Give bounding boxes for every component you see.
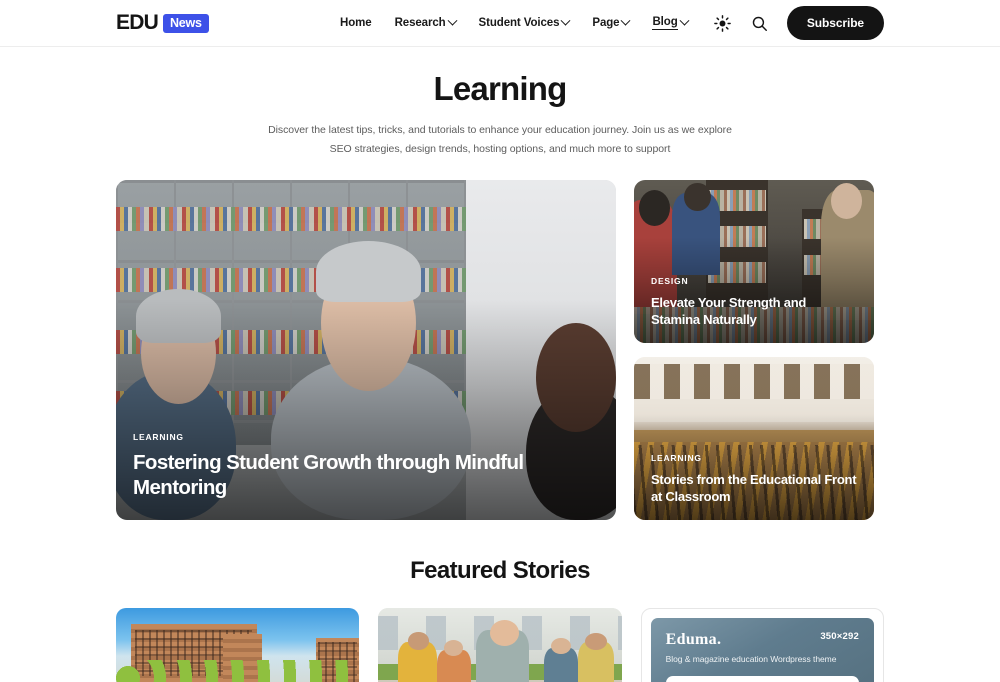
story-card-city[interactable] (116, 608, 360, 682)
section-title-featured-stories: Featured Stories (410, 557, 590, 584)
header-actions: Subscribe (713, 6, 884, 40)
browser-mockup: Eduma (665, 676, 859, 682)
main-navigation: Home Research Student Voices Page Blog (340, 15, 690, 30)
eduma-tagline: Blog & magazine education Wordpress them… (665, 654, 837, 664)
nav-label: Page (592, 17, 620, 29)
featured-grid: LEARNING Fostering Student Growth throug… (116, 180, 884, 520)
card-title: Elevate Your Strength and Stamina Natura… (651, 295, 807, 327)
card-category: LEARNING (133, 432, 184, 442)
featured-card-caption: LEARNING Fostering Student Growth throug… (116, 432, 616, 520)
logo-badge: News (162, 13, 209, 33)
story-card-eduma[interactable]: Eduma. 350×292 Blog & magazine education… (640, 608, 884, 682)
nav-item-home[interactable]: Home (340, 17, 372, 29)
page-title: Learning (433, 70, 568, 107)
nav-label: Home (340, 17, 372, 29)
eduma-placeholder-image: Eduma. 350×292 Blog & magazine education… (650, 618, 874, 682)
featured-card-caption: LEARNING Stories from the Educational Fr… (634, 453, 874, 520)
subscribe-button[interactable]: Subscribe (786, 6, 884, 40)
page-description: Discover the latest tips, tricks, and tu… (268, 124, 732, 155)
site-logo[interactable]: EDU News (116, 11, 209, 35)
card-category: LEARNING (651, 453, 702, 463)
nav-item-page[interactable]: Page (592, 15, 631, 29)
nav-item-research[interactable]: Research (394, 15, 457, 29)
eduma-brand: Eduma. (665, 631, 722, 648)
city-street-image (116, 608, 360, 682)
page-header: Learning Discover the latest tips, trick… (0, 47, 1000, 159)
eduma-dimensions: 350×292 (820, 631, 859, 642)
nav-label: Blog (652, 16, 678, 30)
nav-label: Student Voices (478, 17, 560, 29)
chevron-down-icon (621, 15, 631, 26)
chevron-down-icon (679, 15, 690, 26)
nav-item-student-voices[interactable]: Student Voices (478, 15, 571, 29)
card-title: Stories from the Educational Front at Cl… (651, 472, 857, 504)
card-title: Fostering Student Growth through Mindful… (133, 451, 524, 499)
chevron-down-icon (560, 15, 571, 26)
chevron-down-icon (447, 15, 457, 26)
logo-text: EDU (116, 11, 159, 34)
stories-grid: Eduma. 350×292 Blog & magazine education… (116, 608, 884, 682)
sun-icon[interactable] (713, 13, 733, 33)
featured-card-primary[interactable]: LEARNING Fostering Student Growth throug… (116, 180, 616, 520)
featured-card-caption: DESIGN Elevate Your Strength and Stamina… (634, 276, 874, 343)
nav-label: Research (394, 17, 446, 29)
nav-item-blog[interactable]: Blog (652, 15, 690, 30)
card-category: DESIGN (651, 276, 689, 286)
featured-card-tertiary[interactable]: LEARNING Stories from the Educational Fr… (634, 357, 874, 520)
search-icon[interactable] (750, 13, 770, 33)
story-card-students[interactable] (378, 608, 622, 682)
students-campus-image (378, 608, 622, 682)
site-header: EDU News Home Research Student Voices Pa… (0, 0, 1000, 47)
featured-card-secondary[interactable]: DESIGN Elevate Your Strength and Stamina… (634, 180, 874, 343)
